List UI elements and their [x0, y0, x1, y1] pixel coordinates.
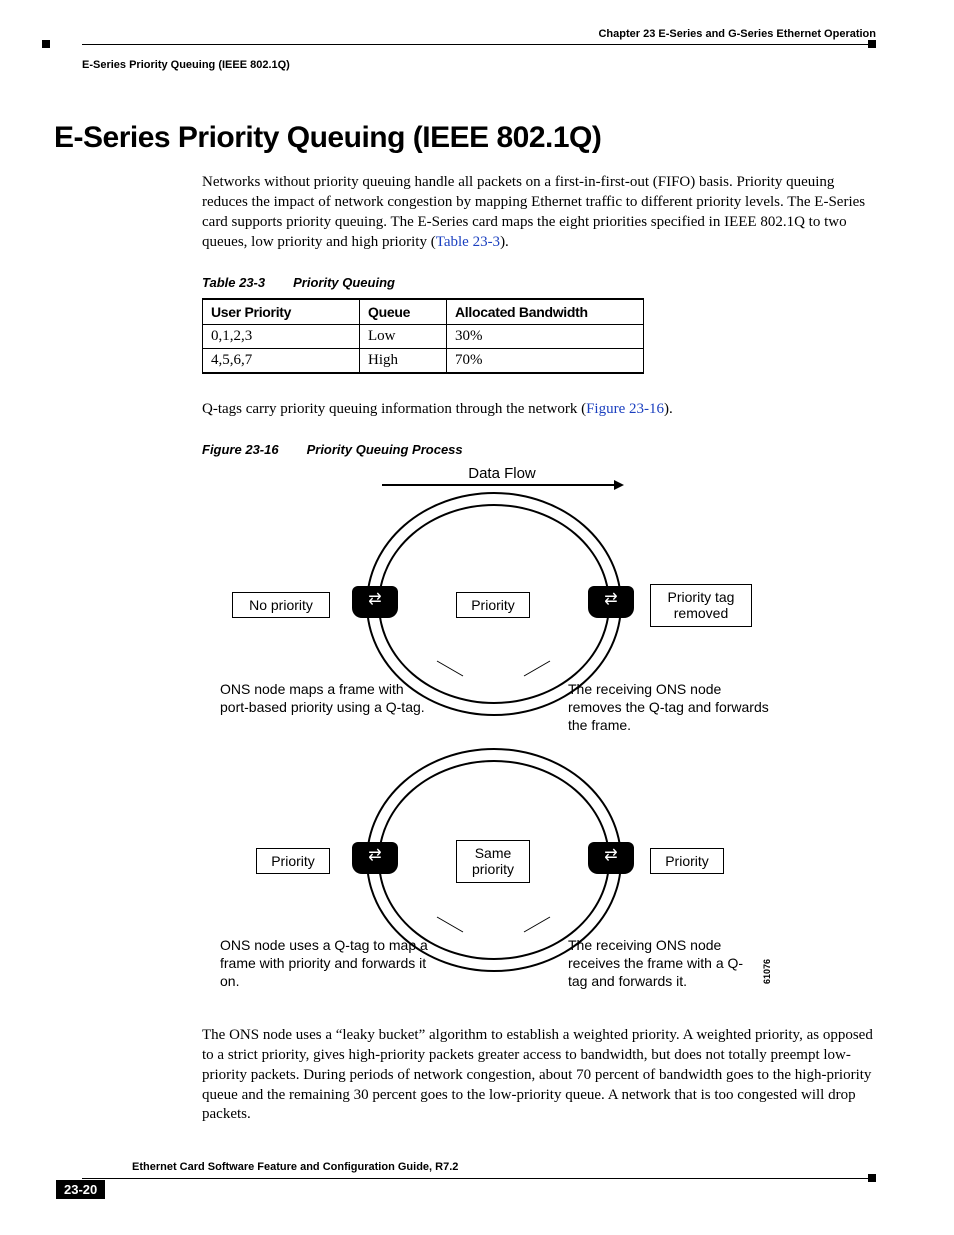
table-row: 0,1,2,3 Low 30% — [203, 324, 644, 348]
table-title: Priority Queuing — [293, 275, 395, 290]
ons-node-icon: ⇄ — [352, 586, 398, 618]
table-ref-link[interactable]: Table 23-3 — [436, 234, 500, 250]
tag-priority-right: Priority — [650, 848, 724, 875]
table-number: Table 23-3 — [202, 275, 265, 290]
col-bandwidth: Allocated Bandwidth — [447, 299, 644, 325]
tag-priority-left: Priority — [256, 848, 330, 875]
intro-text-a: Networks without priority queuing handle… — [202, 174, 865, 250]
figure-ref-link[interactable]: Figure 23-16 — [586, 401, 664, 417]
col-queue: Queue — [360, 299, 447, 325]
page: Chapter 23 E-Series and G-Series Etherne… — [0, 0, 954, 1235]
data-flow-arrow-icon — [382, 484, 622, 486]
data-flow-label: Data Flow — [202, 465, 802, 482]
cell: 4,5,6,7 — [203, 348, 360, 373]
qtag-paragraph: Q-tags carry priority queuing informatio… — [202, 400, 882, 420]
priority-queuing-table: User Priority Queue Allocated Bandwidth … — [202, 298, 644, 374]
tag-priority: Priority — [456, 592, 530, 619]
cell: 0,1,2,3 — [203, 324, 360, 348]
ring-diagram-1: ⇄ ⇄ No priority Priority Priority tag re… — [202, 492, 802, 742]
ring1-left-caption: ONS node maps a frame with port-based pr… — [220, 680, 430, 716]
table-header-row: User Priority Queue Allocated Bandwidth — [203, 299, 644, 325]
running-header-chapter: Chapter 23 E-Series and G-Series Etherne… — [82, 28, 876, 40]
cell: High — [360, 348, 447, 373]
rule-marker-icon — [868, 40, 876, 48]
tag-no-priority: No priority — [232, 592, 330, 619]
figure-caption: Figure 23-16 Priority Queuing Process — [202, 442, 876, 457]
rule-marker-icon — [868, 1174, 876, 1182]
col-user-priority: User Priority — [203, 299, 360, 325]
page-number: 23-20 — [56, 1180, 105, 1199]
qtag-text-b: ). — [664, 401, 673, 417]
cell: 30% — [447, 324, 644, 348]
figure-id-label: 61076 — [762, 959, 772, 984]
rule-marker-icon — [42, 40, 50, 48]
figure-title: Priority Queuing Process — [307, 442, 463, 457]
table-caption: Table 23-3 Priority Queuing — [202, 275, 876, 290]
ons-node-icon: ⇄ — [588, 586, 634, 618]
cell: 70% — [447, 348, 644, 373]
intro-paragraph: Networks without priority queuing handle… — [202, 173, 882, 253]
header-rule — [82, 44, 876, 61]
footer-doc-title: Ethernet Card Software Feature and Confi… — [132, 1161, 458, 1173]
ring2-left-caption: ONS node uses a Q-tag to map a frame wit… — [220, 936, 430, 991]
leaky-bucket-paragraph: The ONS node uses a “leaky bucket” algor… — [202, 1026, 882, 1126]
tag-same-priority: Same priority — [456, 840, 530, 884]
ring-diagram-2: ⇄ ⇄ Priority Same priority Priority ONS … — [202, 748, 802, 998]
tag-priority-removed: Priority tag removed — [650, 584, 752, 628]
ons-node-icon: ⇄ — [588, 842, 634, 874]
ons-node-icon: ⇄ — [352, 842, 398, 874]
figure-diagram: Data Flow ⇄ ⇄ No priority Priority Prior… — [202, 465, 802, 998]
ring2-right-caption: The receiving ONS node receives the fram… — [568, 936, 748, 991]
figure-number: Figure 23-16 — [202, 442, 279, 457]
intro-text-b: ). — [500, 234, 509, 250]
qtag-text-a: Q-tags carry priority queuing informatio… — [202, 401, 586, 417]
ring1-right-caption: The receiving ONS node removes the Q-tag… — [568, 680, 778, 735]
cell: Low — [360, 324, 447, 348]
footer-rule — [82, 1178, 876, 1179]
table-row: 4,5,6,7 High 70% — [203, 348, 644, 373]
section-heading: E-Series Priority Queuing (IEEE 802.1Q) — [54, 121, 876, 155]
